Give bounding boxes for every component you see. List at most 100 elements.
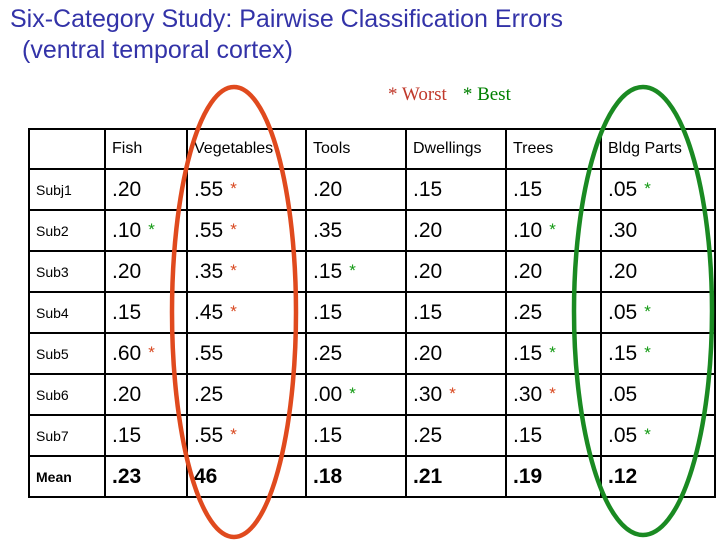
- cell-sub3-trees: .20: [505, 250, 602, 293]
- worst-star-icon: *: [449, 383, 456, 403]
- cell-value: .15: [313, 423, 343, 447]
- table-row: Sub3.20.35 * .15 * .20.20.20: [28, 250, 716, 293]
- cell-value: .21: [413, 464, 443, 488]
- cell-value: .20: [513, 259, 543, 283]
- worst-star-icon: *: [230, 424, 237, 444]
- cell-sub2-bldg-parts: .30: [600, 209, 716, 252]
- cell-sub3-dwellings: .20: [405, 250, 507, 293]
- best-star-icon: *: [644, 342, 651, 362]
- cell-sub4-fish: .15: [104, 291, 188, 334]
- row-label-sub4: Sub4: [28, 291, 106, 334]
- legend: * Worst * Best: [388, 84, 511, 106]
- cell-sub2-fish: .10 *: [104, 209, 188, 252]
- table-row: Subj1.20.55 * .20.15.15.05 *: [28, 168, 716, 211]
- worst-star-icon: *: [230, 301, 237, 321]
- worst-star-icon: *: [230, 260, 237, 280]
- column-header-trees: Trees: [505, 128, 602, 170]
- cell-mean-trees: .19: [505, 455, 602, 498]
- cell-value: .55: [194, 177, 224, 201]
- cell-value: .00: [313, 382, 343, 406]
- row-label-sub2: Sub2: [28, 209, 106, 252]
- table-row: Mean .23 46 .18 .21 .19 .12: [28, 455, 716, 498]
- page-title: Six-Category Study: Pairwise Classificat…: [10, 4, 716, 66]
- cell-sub4-bldg-parts: .05 *: [600, 291, 716, 334]
- column-header-vegetables: Vegetables: [186, 128, 307, 170]
- cell-value: .55: [194, 218, 224, 242]
- cell-mean-fish: .23: [104, 455, 188, 498]
- column-header-bldg-parts: Bldg Parts: [600, 128, 716, 170]
- cell-value: .20: [112, 382, 142, 406]
- row-label-sub7: Sub7: [28, 414, 106, 457]
- best-star-icon: *: [644, 424, 651, 444]
- legend-best-label: * Best: [462, 84, 511, 105]
- cell-sub7-fish: .15: [104, 414, 188, 457]
- worst-star-icon: *: [230, 219, 237, 239]
- cell-value: .12: [608, 464, 638, 488]
- cell-sub6-trees: .30 *: [505, 373, 602, 416]
- best-star-icon: *: [549, 219, 556, 239]
- cell-value: .30: [413, 382, 443, 406]
- cell-value: .15: [513, 341, 543, 365]
- cell-value: .60: [112, 341, 142, 365]
- cell-value: .15: [313, 300, 343, 324]
- cell-value: .45: [194, 300, 224, 324]
- cell-sub6-vegetables: .25: [186, 373, 307, 416]
- table-body: Subj1.20.55 * .20.15.15.05 * Sub2.10 * .55 * .35…: [28, 168, 716, 498]
- cell-sub3-tools: .15 *: [305, 250, 407, 293]
- row-label-sub5: Sub5: [28, 332, 106, 375]
- cell-value: .55: [194, 423, 224, 447]
- cell-value: .20: [413, 218, 443, 242]
- cell-sub2-trees: .10 *: [505, 209, 602, 252]
- cell-value: .35: [313, 218, 343, 242]
- cell-subj1-bldg-parts: .05 *: [600, 168, 716, 211]
- table-header-row: Fish Vegetables Tools Dwellings Trees Bl…: [28, 128, 716, 170]
- cell-sub3-fish: .20: [104, 250, 188, 293]
- best-star-icon: *: [644, 178, 651, 198]
- best-star-icon: *: [644, 301, 651, 321]
- table-row: Sub5.60 * .55 .25 .20 .15 * .15 *: [28, 332, 716, 375]
- cell-value: .05: [608, 300, 638, 324]
- cell-value: .25: [313, 341, 343, 365]
- cell-value: .10: [112, 218, 142, 242]
- cell-value: .15: [313, 259, 343, 283]
- cell-sub6-fish: .20: [104, 373, 188, 416]
- cell-value: .20: [112, 177, 142, 201]
- cell-value: .30: [513, 382, 543, 406]
- cell-subj1-dwellings: .15: [405, 168, 507, 211]
- cell-value: .20: [413, 341, 443, 365]
- column-header-tools: Tools: [305, 128, 407, 170]
- cell-subj1-trees: .15: [505, 168, 602, 211]
- cell-subj1-fish: .20: [104, 168, 188, 211]
- cell-subj1-tools: .20: [305, 168, 407, 211]
- cell-sub7-dwellings: .25: [405, 414, 507, 457]
- best-star-icon: *: [148, 219, 155, 239]
- cell-sub7-trees: .15: [505, 414, 602, 457]
- cell-value: .15: [608, 341, 638, 365]
- row-label-mean: Mean: [28, 455, 106, 498]
- cell-value: .15: [513, 177, 543, 201]
- cell-value: .20: [112, 259, 142, 283]
- best-star-icon: *: [349, 260, 356, 280]
- cell-value: .15: [413, 177, 443, 201]
- cell-sub5-fish: .60 *: [104, 332, 188, 375]
- slide-canvas: Six-Category Study: Pairwise Classificat…: [0, 0, 720, 540]
- cell-sub4-tools: .15: [305, 291, 407, 334]
- column-header-fish: Fish: [104, 128, 188, 170]
- cell-value: .25: [194, 382, 224, 406]
- cell-value: .55: [194, 341, 224, 365]
- cell-mean-tools: .18: [305, 455, 407, 498]
- cell-value: .35: [194, 259, 224, 283]
- title-line-2: (ventral temporal cortex): [22, 36, 293, 64]
- cell-sub7-bldg-parts: .05 *: [600, 414, 716, 457]
- cell-value: 46: [194, 464, 218, 488]
- legend-worst-label: * Worst: [388, 84, 447, 105]
- cell-sub2-vegetables: .55 *: [186, 209, 307, 252]
- cell-value: .05: [608, 177, 638, 201]
- cell-value: .18: [313, 464, 343, 488]
- cell-value: .20: [608, 259, 638, 283]
- cell-value: .19: [513, 464, 543, 488]
- cell-sub6-dwellings: .30 *: [405, 373, 507, 416]
- cell-sub2-tools: .35: [305, 209, 407, 252]
- cell-sub6-tools: .00 *: [305, 373, 407, 416]
- cell-mean-dwellings: .21: [405, 455, 507, 498]
